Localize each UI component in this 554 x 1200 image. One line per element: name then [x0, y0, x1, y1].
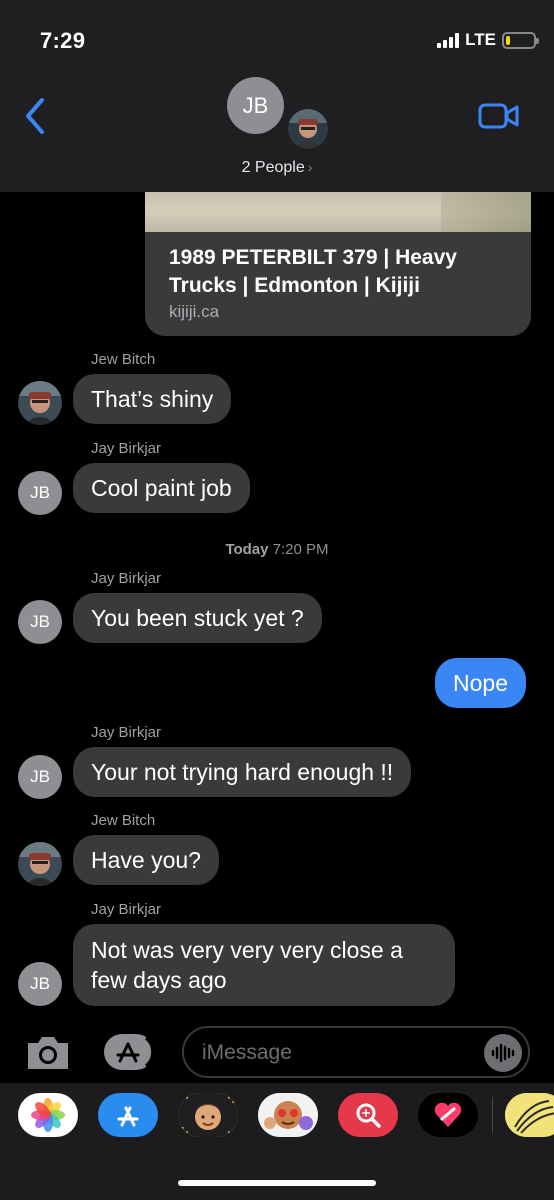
message-bubble-incoming[interactable]: Have you?: [73, 835, 219, 885]
sender-name: Jew Bitch: [91, 812, 156, 829]
image-search-icon[interactable]: [338, 1093, 398, 1137]
sender-name: Jay Birkjar: [91, 440, 162, 457]
link-preview-domain: kijiji.ca: [169, 302, 220, 321]
people-count-button[interactable]: 2 People ›: [0, 159, 554, 177]
chevron-left-icon[interactable]: [22, 96, 48, 136]
timestamp-time: 7:20 PM: [272, 541, 329, 558]
message-bubble-incoming[interactable]: Cool paint job: [73, 463, 250, 513]
message-bubble-outgoing[interactable]: Nope: [435, 658, 526, 708]
conversation-header: 7:29 LTE JB 2 People ›: [0, 0, 554, 192]
app-store-icon[interactable]: [98, 1093, 158, 1137]
link-preview-image: [145, 192, 531, 232]
contact-photo-avatar[interactable]: [18, 842, 62, 886]
animoji-icon[interactable]: [258, 1093, 318, 1137]
message-input-field[interactable]: [182, 1026, 530, 1078]
sender-name: Jew Bitch: [91, 351, 156, 368]
sender-name: Jay Birkjar: [91, 901, 162, 918]
contact-initials-avatar[interactable]: JB: [18, 471, 62, 515]
partial-app-icon[interactable]: [505, 1093, 554, 1137]
camera-icon[interactable]: [24, 1033, 72, 1073]
contact-initials-avatar[interactable]: JB: [18, 755, 62, 799]
app-store-icon[interactable]: [102, 1030, 158, 1074]
home-indicator: [178, 1180, 376, 1186]
signal-bars-icon: [437, 32, 460, 48]
status-indicators: LTE: [437, 30, 539, 50]
link-preview-title: 1989 PETERBILT 379 | Heavy Trucks | Edmo…: [169, 246, 457, 297]
group-avatar[interactable]: JB: [227, 77, 284, 134]
message-bubble-incoming[interactable]: Your not trying hard enough !!: [73, 747, 412, 797]
photos-app-icon[interactable]: [18, 1093, 78, 1137]
battery-icon: [502, 31, 539, 49]
imessage-input[interactable]: [202, 1040, 472, 1066]
drawer-divider: [492, 1097, 493, 1133]
contact-initials-avatar[interactable]: JB: [18, 600, 62, 644]
people-count-label: 2 People: [241, 159, 305, 176]
chevron-right-icon: ›: [307, 159, 313, 175]
status-time: 7:29: [40, 28, 86, 53]
conversation-timestamp: Today 7:20 PM: [0, 541, 554, 558]
message-bubble-incoming[interactable]: Not was very very very close a few days …: [73, 924, 455, 1006]
contact-initials-avatar[interactable]: JB: [18, 962, 62, 1006]
message-bubble-incoming[interactable]: That’s shiny: [73, 374, 232, 424]
video-camera-icon[interactable]: [478, 102, 520, 130]
sender-name: Jay Birkjar: [91, 724, 162, 741]
contact-photo-avatar[interactable]: [285, 106, 331, 152]
contact-photo-avatar[interactable]: [18, 381, 62, 425]
network-type: LTE: [465, 30, 496, 49]
sender-name: Jay Birkjar: [91, 570, 162, 587]
digital-touch-icon[interactable]: [418, 1093, 478, 1137]
audio-message-icon[interactable]: [484, 1034, 522, 1072]
timestamp-day: Today: [225, 541, 269, 558]
message-bubble-incoming[interactable]: You been stuck yet ?: [73, 593, 322, 643]
link-preview-card[interactable]: 1989 PETERBILT 379 | Heavy Trucks | Edmo…: [145, 192, 531, 336]
memoji-icon[interactable]: [178, 1093, 238, 1137]
